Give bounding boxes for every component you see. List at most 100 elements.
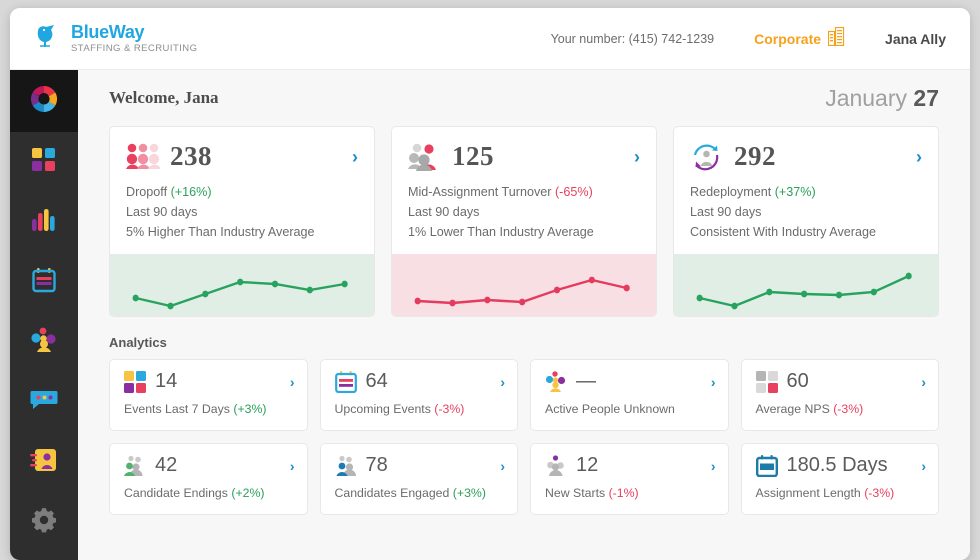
- chevron-right-icon[interactable]: ›: [634, 148, 640, 166]
- chevron-right-icon[interactable]: ›: [290, 458, 295, 474]
- chat-bubble-icon: [30, 388, 58, 417]
- mini-delta: (-3%): [833, 402, 864, 416]
- chevron-right-icon[interactable]: ›: [921, 374, 926, 390]
- mini-label: Assignment Length: [755, 486, 861, 500]
- chevron-right-icon[interactable]: ›: [290, 374, 295, 390]
- date-day: 27: [913, 84, 939, 111]
- user-name[interactable]: Jana Ally: [885, 31, 946, 47]
- sidebar-item-reports[interactable]: [10, 192, 78, 252]
- mini-label: Candidates Engaged: [334, 486, 450, 500]
- analytics-card-new-starts[interactable]: 12 › New Starts (-1%): [530, 443, 729, 515]
- mini-label: New Starts: [545, 486, 606, 500]
- stat-delta: (+37%): [774, 185, 816, 199]
- stat-label-line: Dropoff (+16%): [126, 182, 358, 202]
- mini-label: Candidate Endings: [124, 486, 228, 500]
- mini-card-header: 78 ›: [335, 454, 505, 477]
- analytics-card-upcoming-events[interactable]: 64 › Upcoming Events (-3%): [319, 359, 518, 431]
- bar-chart-icon: [31, 207, 57, 238]
- chevron-right-icon[interactable]: ›: [352, 148, 358, 166]
- stat-label-line: Redeployment (+37%): [690, 182, 922, 202]
- mini-card-header: 42 ›: [124, 454, 295, 477]
- contact-card-icon: [30, 447, 58, 478]
- analytics-card-average-nps[interactable]: 60 › Average NPS (-3%): [740, 359, 939, 431]
- page-title: Welcome, Jana: [109, 88, 219, 107]
- main-content: Welcome, Jana January 27 238 › Dropoff (…: [78, 70, 970, 560]
- brand-name: BlueWay: [71, 22, 145, 43]
- your-number-text: Your number: (415) 742-1239: [550, 31, 715, 46]
- calendar-icon: [31, 267, 57, 298]
- mini-label-line: Candidates Engaged (+3%): [335, 486, 506, 500]
- mini-label-line: Candidate Endings (+2%): [124, 486, 295, 500]
- chevron-right-icon[interactable]: ›: [711, 374, 716, 390]
- analytics-card-candidates-engaged[interactable]: 78 › Candidates Engaged (+3%): [319, 443, 518, 515]
- mini-label: Average NPS: [755, 402, 830, 416]
- stat-card-details: Mid-Assignment Turnover (-65%) Last 90 d…: [392, 178, 656, 254]
- mini-delta: (-1%): [608, 486, 639, 500]
- corporate-switcher[interactable]: Corporate: [754, 26, 845, 51]
- sidebar-item-people[interactable]: [10, 312, 78, 372]
- header-right: Your number: (415) 742-1239 Corporate Ja…: [550, 26, 946, 51]
- chevron-right-icon[interactable]: ›: [711, 458, 716, 474]
- sidebar-item-contacts[interactable]: [10, 432, 78, 492]
- mini-card-header: — ›: [545, 370, 716, 393]
- mini-card-header: 180.5 Days ›: [755, 454, 926, 477]
- mini-card-header: 60 ›: [755, 370, 926, 393]
- sidebar-item-messages[interactable]: [10, 372, 78, 432]
- sidebar-item-calendar[interactable]: [10, 252, 78, 312]
- stat-card-redeployment[interactable]: 292 › Redeployment (+37%) Last 90 days C…: [673, 126, 939, 317]
- bluebird-logo-icon: [32, 22, 62, 55]
- date-month: January: [825, 84, 908, 111]
- analytics-card-candidate-endings[interactable]: 42 › Candidate Endings (+2%): [109, 443, 308, 515]
- mini-label: Active People Unknown: [545, 402, 675, 416]
- chevron-right-icon[interactable]: ›: [500, 374, 505, 390]
- analytics-card-assignment-length[interactable]: 180.5 Days › Assignment Length (-3%): [740, 443, 939, 515]
- mini-label: Events Last 7 Days: [124, 402, 230, 416]
- chevron-right-icon[interactable]: ›: [500, 458, 505, 474]
- stat-value: 125: [452, 141, 494, 171]
- mini-label-line: Assignment Length (-3%): [756, 486, 927, 500]
- stat-comparison: 5% Higher Than Industry Average: [126, 225, 315, 239]
- stat-card-header: 292 ›: [674, 127, 938, 178]
- mini-label-line: Events Last 7 Days (+3%): [124, 402, 295, 416]
- dashboard-grid-icon: [31, 147, 57, 178]
- brand-logo[interactable]: BlueWay STAFFING & RECRUITING: [32, 22, 197, 55]
- analytics-section-title: Analytics: [109, 335, 167, 350]
- corporate-label: Corporate: [754, 30, 822, 47]
- sidebar: [10, 70, 78, 560]
- analytics-grid: 14 › Events Last 7 Days (+3%) 64 › Upcom…: [100, 359, 948, 515]
- mini-delta: (-3%): [864, 486, 895, 500]
- stat-period: Last 90 days: [126, 205, 198, 219]
- people-group-icon: [30, 327, 58, 358]
- analytics-card-active-people-unknown[interactable]: — › Active People Unknown: [530, 359, 729, 431]
- stat-card-details: Dropoff (+16%) Last 90 days 5% Higher Th…: [110, 178, 374, 254]
- mini-delta: (-3%): [434, 402, 465, 416]
- stat-delta: (-65%): [554, 185, 593, 199]
- sidebar-logo[interactable]: [10, 70, 78, 132]
- analytics-card-events-last-7-days[interactable]: 14 › Events Last 7 Days (+3%): [109, 359, 308, 431]
- four-square-grid-gray-icon: [755, 370, 778, 393]
- mini-value: 180.5 Days: [786, 454, 888, 476]
- mini-card-header: 64 ›: [334, 370, 505, 393]
- stat-card-header: 125 ›: [392, 127, 656, 178]
- people-group-color-icon: [545, 370, 567, 393]
- stat-card-mid-assignment-turnover[interactable]: 125 › Mid-Assignment Turnover (-65%) Las…: [391, 126, 657, 317]
- top-bar: BlueWay STAFFING & RECRUITING Your numbe…: [10, 8, 970, 70]
- chevron-right-icon[interactable]: ›: [921, 458, 926, 474]
- stat-card-header: 238 ›: [110, 127, 374, 178]
- gear-icon: [31, 507, 57, 538]
- mini-value: —: [576, 370, 596, 392]
- app-window: BlueWay STAFFING & RECRUITING Your numbe…: [10, 8, 970, 560]
- welcome-row: Welcome, Jana January 27: [100, 70, 948, 126]
- mini-value: 60: [786, 370, 809, 392]
- sidebar-item-settings[interactable]: [10, 492, 78, 552]
- stat-comparison: Consistent With Industry Average: [690, 225, 876, 239]
- mini-value: 14: [155, 370, 178, 392]
- chevron-right-icon[interactable]: ›: [916, 148, 922, 166]
- mini-delta: (+3%): [452, 486, 486, 500]
- mini-label-line: Upcoming Events (-3%): [335, 402, 506, 416]
- sidebar-item-dashboard[interactable]: [10, 132, 78, 192]
- stat-card-dropoff[interactable]: 238 › Dropoff (+16%) Last 90 days 5% Hig…: [109, 126, 375, 317]
- people-blue-gray-icon: [335, 455, 357, 477]
- mini-value: 64: [365, 370, 388, 392]
- circular-brand-mark-icon: [29, 84, 59, 119]
